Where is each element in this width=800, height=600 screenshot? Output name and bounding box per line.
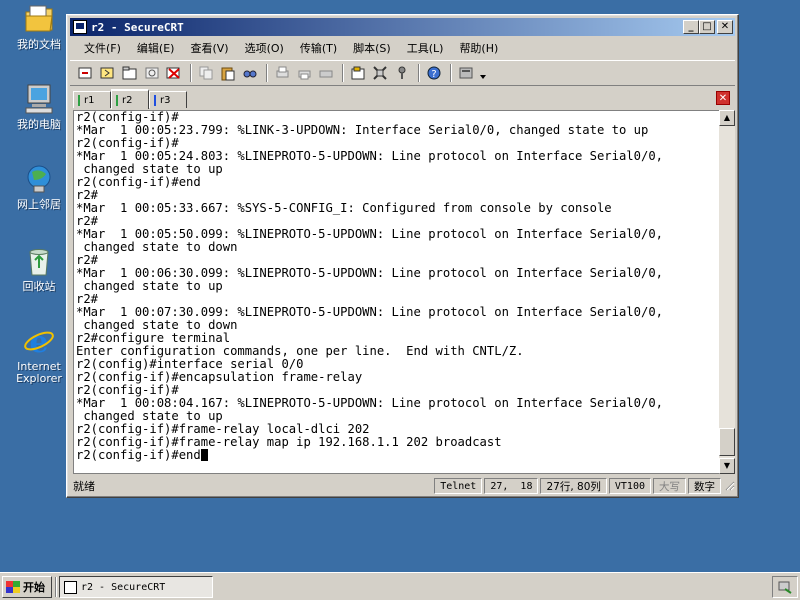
windows-flag-icon — [6, 581, 20, 593]
toolbar-more-icon[interactable] — [478, 63, 488, 83]
taskbar-item-label: r2 - SecureCRT — [81, 581, 166, 593]
network-places-icon — [27, 165, 51, 193]
print-selection-icon[interactable] — [294, 63, 314, 83]
menu-options[interactable]: 选项(O) — [237, 40, 292, 56]
printer-icon[interactable] — [316, 63, 336, 83]
status-emulation: VT100 — [608, 478, 651, 494]
menu-file[interactable]: 文件(F) — [76, 40, 129, 56]
taskbar-item-securecrt[interactable]: r2 - SecureCRT — [59, 576, 213, 598]
print-icon[interactable] — [272, 63, 292, 83]
start-label: 开始 — [23, 581, 45, 594]
svg-text:?: ? — [431, 69, 436, 80]
reconnect-icon[interactable] — [142, 63, 162, 83]
desktop-icon-internet-explorer[interactable]: e Internet Explorer — [6, 324, 72, 385]
status-ready: 就绪 — [73, 480, 95, 493]
maximize-button[interactable]: □ — [699, 20, 715, 34]
copy-icon[interactable] — [196, 63, 216, 83]
terminal-output[interactable]: r2(config-if)# *Mar 1 00:05:23.799: %LINK… — [73, 110, 719, 474]
connect-icon[interactable] — [76, 63, 96, 83]
tab-status-indicator — [78, 94, 80, 106]
desktop-icon-label: 网上邻居 — [17, 198, 61, 211]
connect-in-tab-icon[interactable] — [120, 63, 140, 83]
menu-edit[interactable]: 编辑(E) — [129, 40, 183, 56]
tab-status-indicator — [116, 94, 118, 106]
scroll-up-arrow-icon[interactable]: ▲ — [719, 110, 735, 126]
desktop-icon-label: Internet Explorer — [16, 360, 62, 385]
internet-explorer-icon: e — [24, 325, 54, 358]
menu-transfer[interactable]: 传输(T) — [292, 40, 345, 56]
securecrt-app-icon — [64, 580, 77, 594]
desktop-icon-recycle-bin[interactable]: 回收站 — [6, 244, 72, 293]
terminal-line: r2(config-if)#end — [76, 175, 201, 189]
find-icon[interactable] — [240, 63, 260, 83]
status-rows-cols: 27行, 80列 — [540, 478, 607, 494]
start-button[interactable]: 开始 — [2, 576, 52, 598]
tab-label: r1 — [84, 94, 95, 106]
menu-help[interactable]: 帮助(H) — [451, 40, 506, 56]
terminal-line: *Mar 1 00:05:33.667: %SYS-5-CONFIG_I: Co… — [76, 201, 612, 215]
quick-connect-icon[interactable] — [98, 63, 118, 83]
menu-bar: 文件(F) 编辑(E) 查看(V) 选项(O) 传输(T) 脚本(S) 工具(L… — [70, 38, 735, 58]
minimize-button[interactable]: _ — [683, 20, 699, 34]
help-icon[interactable]: ? — [424, 63, 444, 83]
terminal-line: r2(config-if)#end — [76, 449, 719, 462]
status-protocol: Telnet — [434, 478, 483, 494]
my-documents-icon — [25, 5, 53, 32]
system-tray — [772, 576, 798, 598]
tab-r2[interactable]: r2 — [111, 89, 149, 109]
tab-status-indicator — [154, 94, 156, 106]
desktop-icon-label: 回收站 — [22, 280, 56, 293]
status-num-lock: 数字 — [688, 478, 721, 494]
paste-icon[interactable] — [218, 63, 238, 83]
terminal-cursor — [200, 449, 208, 461]
status-caps-lock: 大写 — [653, 478, 686, 494]
terminal-line: changed state to up — [76, 279, 223, 293]
desktop-icon-label: 我的文档 — [17, 38, 61, 51]
session-options-icon[interactable] — [348, 63, 368, 83]
close-tab-button[interactable]: ✕ — [716, 91, 730, 105]
desktop-icon-my-computer[interactable]: 我的电脑 — [6, 82, 72, 131]
resize-grip-icon[interactable] — [723, 479, 735, 493]
disconnect-icon[interactable] — [164, 63, 184, 83]
keymap-icon[interactable] — [392, 63, 412, 83]
taskbar: 开始 r2 - SecureCRT — [0, 572, 800, 600]
terminal-line: changed state to down — [76, 240, 238, 254]
securecrt-app-icon — [73, 20, 87, 34]
network-tray-icon[interactable] — [777, 579, 793, 595]
window-title: r2 - SecureCRT — [91, 20, 184, 34]
toolbar: ? — [70, 60, 735, 86]
menu-tools[interactable]: 工具(L) — [399, 40, 452, 56]
status-cursor-position: 27, 18 — [484, 478, 539, 494]
menu-script[interactable]: 脚本(S) — [345, 40, 399, 56]
scroll-thumb[interactable] — [719, 428, 735, 456]
close-button[interactable]: ✕ — [717, 20, 733, 34]
sftp-icon[interactable] — [456, 63, 476, 83]
desktop-icon-my-documents[interactable]: 我的文档 — [6, 2, 72, 51]
tab-r3[interactable]: r3 — [149, 91, 187, 108]
tab-r1[interactable]: r1 — [73, 91, 111, 108]
my-computer-icon — [25, 84, 53, 114]
scroll-down-arrow-icon[interactable]: ▼ — [719, 458, 735, 474]
desktop-icon-network[interactable]: 网上邻居 — [6, 162, 72, 211]
desktop-icon-label: 我的电脑 — [17, 118, 61, 131]
status-bar: 就绪 Telnet 27, 18 27行, 80列 VT100 大写 数字 — [70, 477, 735, 495]
recycle-bin-icon — [29, 249, 49, 276]
title-bar[interactable]: r2 - SecureCRT _ □ ✕ — [70, 18, 735, 36]
tab-label: r2 — [122, 94, 133, 106]
vertical-scrollbar[interactable]: ▲ ▼ — [719, 110, 735, 474]
session-tabs: r1 r2 r3 ✕ — [73, 89, 732, 109]
tab-label: r3 — [160, 94, 171, 106]
svg-text:e: e — [29, 325, 48, 358]
global-options-icon[interactable] — [370, 63, 390, 83]
menu-view[interactable]: 查看(V) — [182, 40, 236, 56]
securecrt-window: r2 - SecureCRT _ □ ✕ 文件(F) 编辑(E) 查看(V) 选… — [66, 14, 739, 498]
